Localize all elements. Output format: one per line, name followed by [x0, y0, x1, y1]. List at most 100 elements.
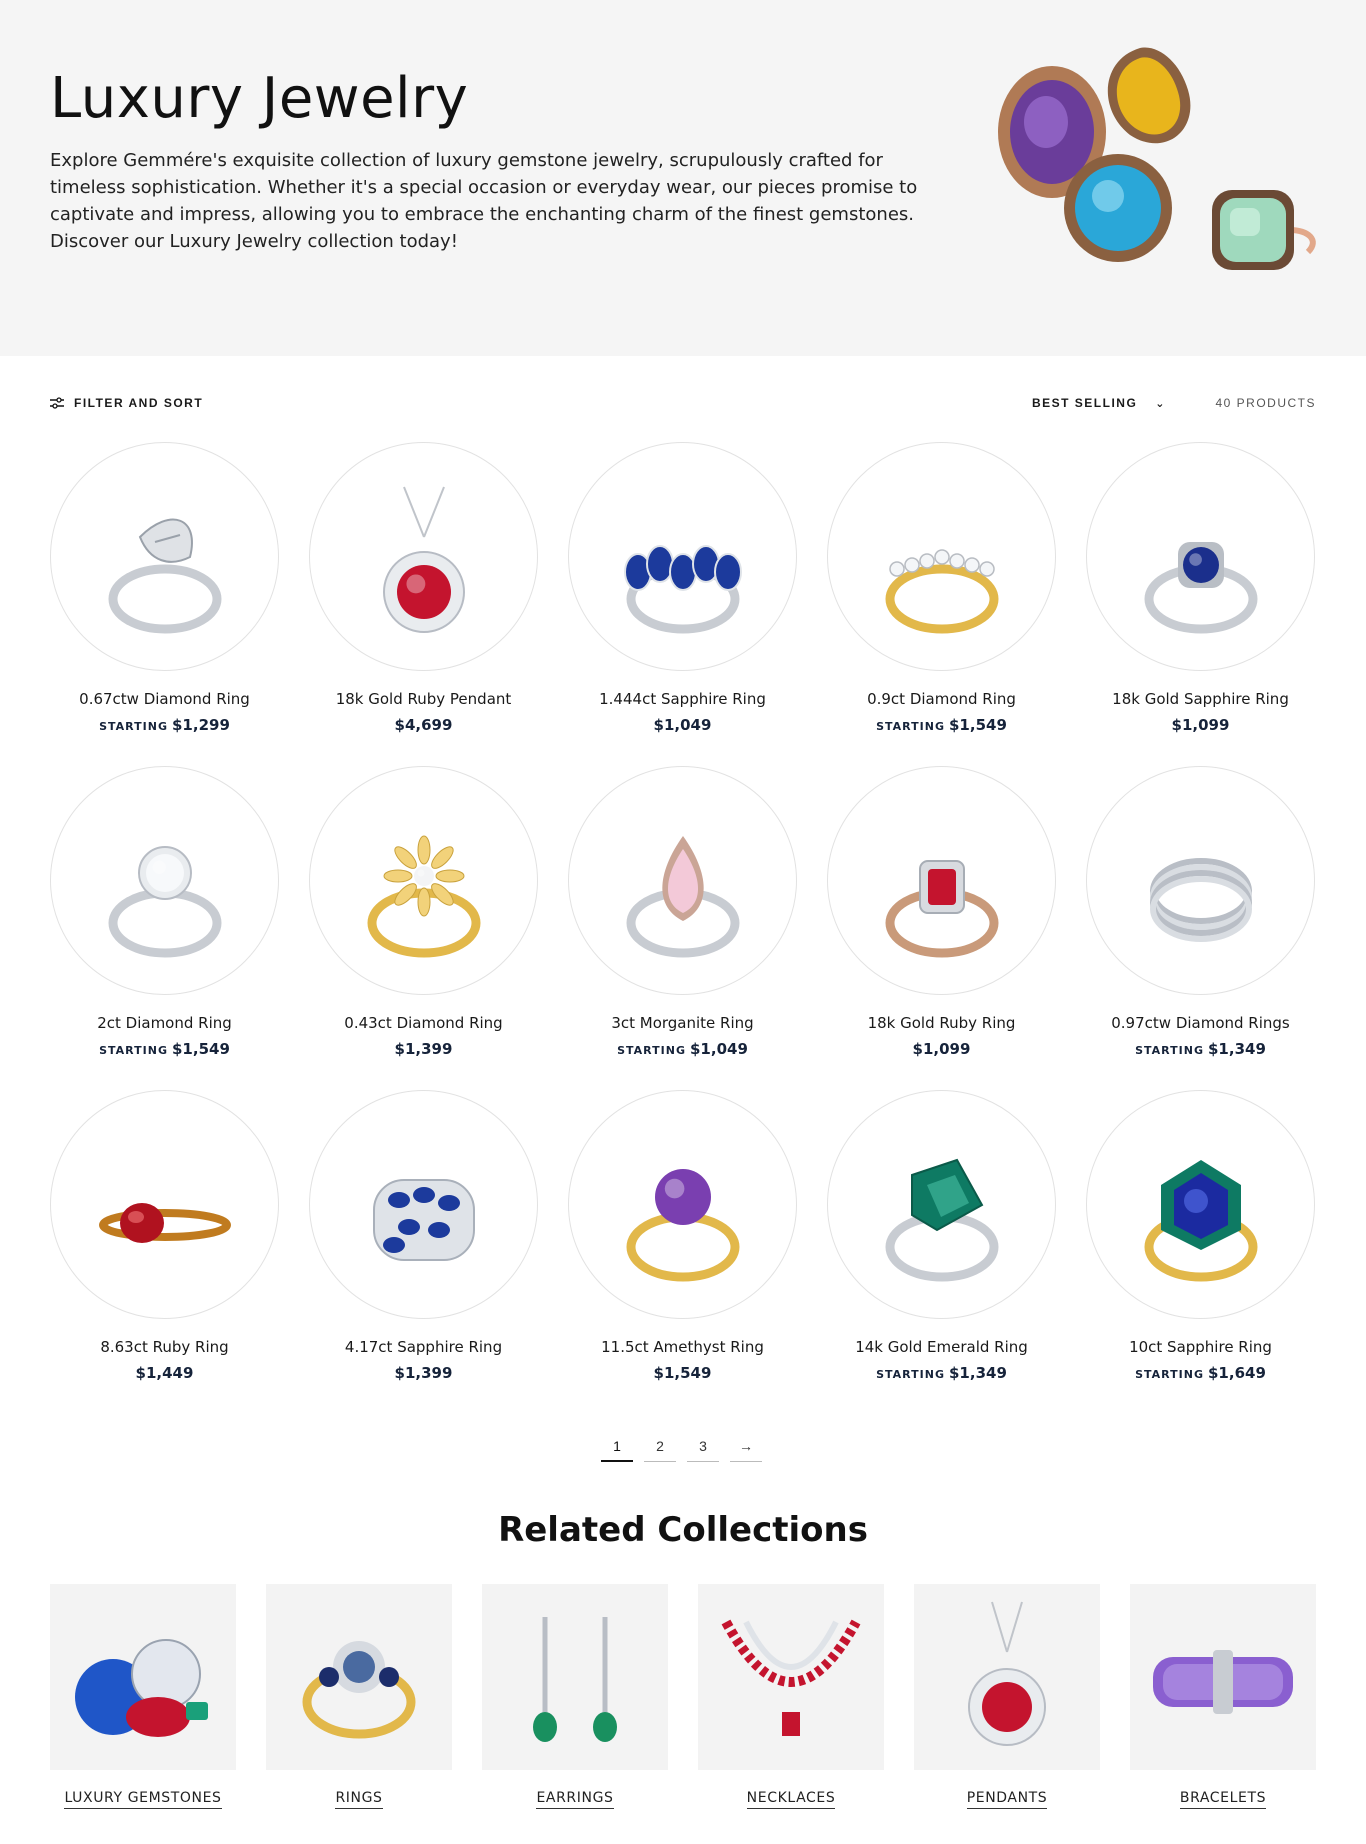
product-name[interactable]: 11.5ct Amethyst Ring — [548, 1338, 817, 1356]
hero-rings-image — [998, 47, 1316, 270]
related-collection-bracelets[interactable]: BRACELETS — [1130, 1584, 1316, 1809]
collection-image[interactable] — [1130, 1584, 1316, 1770]
collection-link[interactable]: RINGS — [266, 1790, 452, 1809]
product-grid: 0.67ctw Diamond Ring STARTING $1,299 18k Go… — [50, 442, 1316, 1382]
product-image[interactable] — [568, 1090, 797, 1319]
collection-image[interactable] — [914, 1584, 1100, 1770]
sort-label: BEST SELLING — [1031, 396, 1138, 410]
collection-link[interactable]: BRACELETS — [1130, 1790, 1316, 1809]
collection-jewelry-image — [721, 1619, 861, 1736]
product-name[interactable]: 18k Gold Ruby Ring — [807, 1014, 1076, 1032]
product-image[interactable] — [827, 1090, 1056, 1319]
page-link-1[interactable]: 1 — [601, 1434, 633, 1462]
product-price: STARTING $1,649 — [1066, 1364, 1335, 1382]
product-image[interactable] — [827, 442, 1056, 671]
product-name[interactable]: 0.67ctw Diamond Ring — [30, 690, 299, 708]
page-link-3[interactable]: 3 — [687, 1434, 719, 1462]
product-name[interactable]: 0.97ctw Diamond Rings — [1066, 1014, 1335, 1032]
product-card[interactable]: 14k Gold Emerald Ring STARTING $1,349 — [827, 1090, 1056, 1382]
collection-link[interactable]: EARRINGS — [482, 1790, 668, 1809]
price-prefix: STARTING — [99, 720, 168, 733]
product-card[interactable]: 18k Gold Ruby Ring $1,099 — [827, 766, 1056, 1058]
product-price: $1,549 — [548, 1364, 817, 1382]
product-jewelry-image — [108, 518, 221, 633]
collection-link[interactable]: PENDANTS — [914, 1790, 1100, 1809]
collection-jewelry-image — [75, 1639, 208, 1737]
filter-and-sort-label: FILTER AND SORT — [74, 396, 204, 410]
sort-select[interactable]: BEST SELLING ⌄ — [1032, 396, 1166, 410]
product-card[interactable]: 0.97ctw Diamond Rings STARTING $1,349 — [1086, 766, 1315, 1058]
product-name[interactable]: 18k Gold Sapphire Ring — [1066, 690, 1335, 708]
product-price: $1,399 — [289, 1040, 558, 1058]
product-price: STARTING $1,549 — [807, 716, 1076, 734]
page-link-2[interactable]: 2 — [644, 1434, 676, 1462]
product-name[interactable]: 8.63ct Ruby Ring — [30, 1338, 299, 1356]
product-image[interactable] — [827, 766, 1056, 995]
product-card[interactable]: 0.9ct Diamond Ring STARTING $1,549 — [827, 442, 1056, 734]
product-jewelry-image — [1149, 857, 1252, 942]
related-collection-rings[interactable]: RINGS — [266, 1584, 452, 1809]
product-image[interactable] — [1086, 442, 1315, 671]
product-image[interactable] — [50, 442, 279, 671]
price-value: $1,449 — [135, 1364, 194, 1382]
product-image[interactable] — [309, 766, 538, 995]
product-jewelry-image — [626, 835, 739, 957]
product-image[interactable] — [50, 1090, 279, 1319]
price-value: $4,699 — [394, 716, 453, 734]
collection-description: Explore Gemmére's exquisite collection o… — [50, 150, 918, 252]
product-image[interactable] — [309, 442, 538, 671]
related-collection-pendants[interactable]: PENDANTS — [914, 1584, 1100, 1809]
collection-link[interactable]: LUXURY GEMSTONES — [50, 1790, 236, 1809]
collection-image[interactable] — [482, 1584, 668, 1770]
product-card[interactable]: 11.5ct Amethyst Ring $1,549 — [568, 1090, 797, 1382]
product-name[interactable]: 14k Gold Emerald Ring — [807, 1338, 1076, 1356]
product-name[interactable]: 10ct Sapphire Ring — [1066, 1338, 1335, 1356]
collection-hero: Luxury Jewelry Explore Gemmére's exquisi… — [0, 0, 1366, 356]
related-collection-earrings[interactable]: EARRINGS — [482, 1584, 668, 1809]
product-card[interactable]: 4.17ct Sapphire Ring $1,399 — [309, 1090, 538, 1382]
product-card[interactable]: 0.67ctw Diamond Ring STARTING $1,299 — [50, 442, 279, 734]
product-image[interactable] — [1086, 766, 1315, 995]
product-jewelry-image — [98, 1202, 231, 1243]
product-price: $1,099 — [1066, 716, 1335, 734]
product-name[interactable]: 4.17ct Sapphire Ring — [289, 1338, 558, 1356]
price-prefix: STARTING — [1135, 1368, 1204, 1381]
product-image[interactable] — [309, 1090, 538, 1319]
product-card[interactable]: 3ct Morganite Ring STARTING $1,049 — [568, 766, 797, 1058]
product-card[interactable]: 8.63ct Ruby Ring $1,449 — [50, 1090, 279, 1382]
product-name[interactable]: 2ct Diamond Ring — [30, 1014, 299, 1032]
product-card[interactable]: 18k Gold Sapphire Ring $1,099 — [1086, 442, 1315, 734]
product-image[interactable] — [568, 766, 797, 995]
product-price: $1,049 — [548, 716, 817, 734]
next-page-arrow-icon[interactable]: → — [730, 1434, 762, 1462]
product-card[interactable]: 18k Gold Ruby Pendant $4,699 — [309, 442, 538, 734]
price-value: $1,549 — [172, 1040, 230, 1058]
price-prefix: STARTING — [876, 1368, 945, 1381]
collection-image[interactable] — [266, 1584, 452, 1770]
product-name[interactable]: 3ct Morganite Ring — [548, 1014, 817, 1032]
product-image[interactable] — [50, 766, 279, 995]
price-value: $1,349 — [1208, 1040, 1266, 1058]
product-name[interactable]: 0.9ct Diamond Ring — [807, 690, 1076, 708]
product-name[interactable]: 1.444ct Sapphire Ring — [548, 690, 817, 708]
collection-link[interactable]: NECKLACES — [698, 1790, 884, 1809]
related-collections: LUXURY GEMSTONES RINGS EARRINGS NECKLACES PE… — [50, 1584, 1316, 1809]
product-card[interactable]: 10ct Sapphire Ring STARTING $1,649 — [1086, 1090, 1315, 1382]
product-price: STARTING $1,349 — [807, 1364, 1076, 1382]
related-collection-necklaces[interactable]: NECKLACES — [698, 1584, 884, 1809]
product-jewelry-image — [623, 544, 742, 633]
product-card[interactable]: 2ct Diamond Ring STARTING $1,549 — [50, 766, 279, 1058]
filter-and-sort-button[interactable]: FILTER AND SORT — [50, 396, 203, 410]
product-price: STARTING $1,049 — [548, 1040, 817, 1058]
collection-image[interactable] — [50, 1584, 236, 1770]
related-collection-luxury-gemstones[interactable]: LUXURY GEMSTONES — [50, 1584, 236, 1809]
collection-image[interactable] — [698, 1584, 884, 1770]
product-image[interactable] — [568, 442, 797, 671]
price-value: $1,549 — [949, 716, 1007, 734]
product-image[interactable] — [1086, 1090, 1315, 1319]
product-card[interactable]: 0.43ct Diamond Ring $1,399 — [309, 766, 538, 1058]
product-name[interactable]: 18k Gold Ruby Pendant — [289, 690, 558, 708]
product-card[interactable]: 1.444ct Sapphire Ring $1,049 — [568, 442, 797, 734]
product-name[interactable]: 0.43ct Diamond Ring — [289, 1014, 558, 1032]
price-value: $1,549 — [653, 1364, 712, 1382]
